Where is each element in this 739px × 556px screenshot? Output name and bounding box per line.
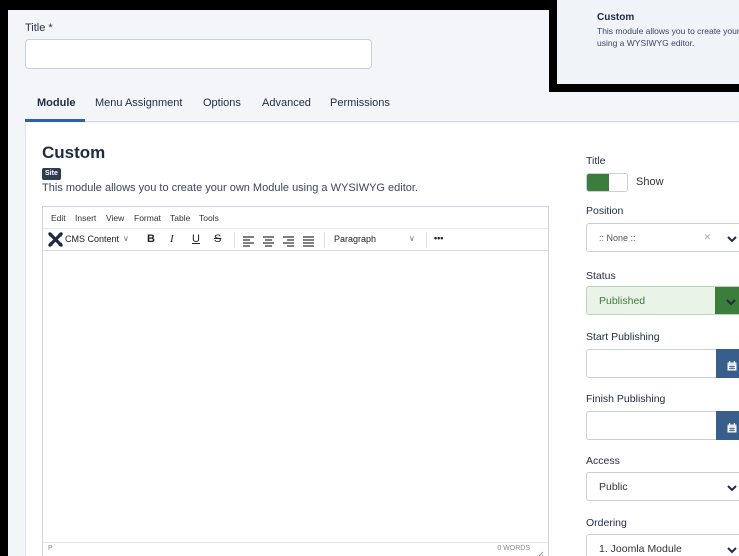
active-tab-indicator [25,119,85,122]
module-info-popover: Custom This module allows you to create … [549,0,739,92]
align-justify-icon[interactable] [303,234,314,252]
tab-bar: Module Menu Assignment Options Advanced … [25,94,739,122]
toolbar-divider [426,232,427,248]
tab-permissions[interactable]: Permissions [330,97,390,109]
wysiwyg-editor: Edit Insert View Format Table Tools CMS … [42,206,549,556]
module-description: This module allows you to create your ow… [42,182,419,194]
calendar-icon [727,420,737,438]
toggle-on-indicator [587,174,609,191]
position-label: Position [586,205,624,217]
word-count: 0 WORDS [497,545,530,552]
strikethrough-button[interactable]: S [214,233,221,245]
ordering-select[interactable]: 1. Joomla Module [586,534,739,556]
tab-module[interactable]: Module [37,97,76,109]
position-value: :: None :: [599,233,636,243]
menu-insert[interactable]: Insert [75,213,96,223]
editor-content-area[interactable] [43,251,548,543]
popover-title: Custom [597,12,635,23]
chevron-down-icon: ∨ [123,234,129,243]
more-tools-button[interactable]: ••• [434,233,443,243]
underline-button[interactable]: U [192,233,200,245]
show-title-toggle[interactable] [586,173,628,192]
popover-text: This module allows you to create your ow… [597,26,739,48]
toolbar-divider [234,232,235,248]
tab-options[interactable]: Options [203,97,241,109]
sidebar-title-label: Title [586,155,606,167]
bold-button[interactable]: B [147,233,155,245]
status-value: Published [599,295,646,307]
menu-edit[interactable]: Edit [51,213,66,223]
popover-content: Custom This module allows you to create … [557,0,739,84]
menu-table[interactable]: Table [170,213,190,223]
clear-icon[interactable]: ✕ [703,232,711,243]
editor-toolbar: CMS Content ∨ B I U S Paragraph ∨ ••• [43,229,548,251]
finish-calendar-button[interactable] [716,411,739,440]
menu-tools[interactable]: Tools [199,213,219,223]
finish-publishing-label: Finish Publishing [586,393,666,405]
access-value: Public [599,481,628,493]
show-title-label: Show [636,176,664,188]
tab-menu-assignment[interactable]: Menu Assignment [95,97,182,109]
menu-view[interactable]: View [106,213,124,223]
italic-button[interactable]: I [170,233,174,245]
align-left-icon[interactable] [243,234,254,252]
settings-sidebar: Title Show Position :: None :: ✕ Status … [576,123,739,556]
access-select[interactable]: Public [586,472,739,501]
status-select[interactable]: Published [586,286,739,315]
tab-advanced[interactable]: Advanced [262,97,311,109]
align-right-icon[interactable] [283,234,294,252]
chevron-down-icon [726,543,738,555]
menu-format[interactable]: Format [134,213,161,223]
site-badge: Site [42,168,61,180]
paragraph-format-select[interactable]: Paragraph [334,234,376,244]
calendar-icon [727,358,737,376]
module-heading: Custom [42,143,106,162]
editor-statusbar: P 0 WORDS [43,542,548,556]
chevron-down-icon [726,232,738,244]
toolbar-divider [324,232,325,248]
resize-handle-icon[interactable] [536,546,544,556]
chevron-down-icon: ∨ [409,234,415,243]
chevron-down-icon [725,295,737,313]
ordering-value: 1. Joomla Module [599,543,682,555]
module-panel: Custom Site This module allows you to cr… [25,123,739,556]
editor-menubar: Edit Insert View Format Table Tools [43,207,548,229]
ordering-label: Ordering [586,517,627,529]
cms-content-button[interactable]: CMS Content [65,234,119,244]
start-calendar-button[interactable] [716,349,739,378]
start-publishing-label: Start Publishing [586,331,660,343]
title-label: Title * [25,22,53,34]
finish-publishing-input[interactable] [586,411,739,440]
access-label: Access [586,455,620,467]
status-label: Status [586,270,616,282]
element-path: P [48,545,53,552]
joomla-logo-icon [48,232,63,252]
position-select[interactable]: :: None :: ✕ [586,223,739,252]
status-dropdown-button [715,287,739,314]
start-publishing-input[interactable] [586,349,739,378]
chevron-down-icon [726,481,738,493]
align-center-icon[interactable] [263,234,274,252]
title-input[interactable] [25,39,372,69]
